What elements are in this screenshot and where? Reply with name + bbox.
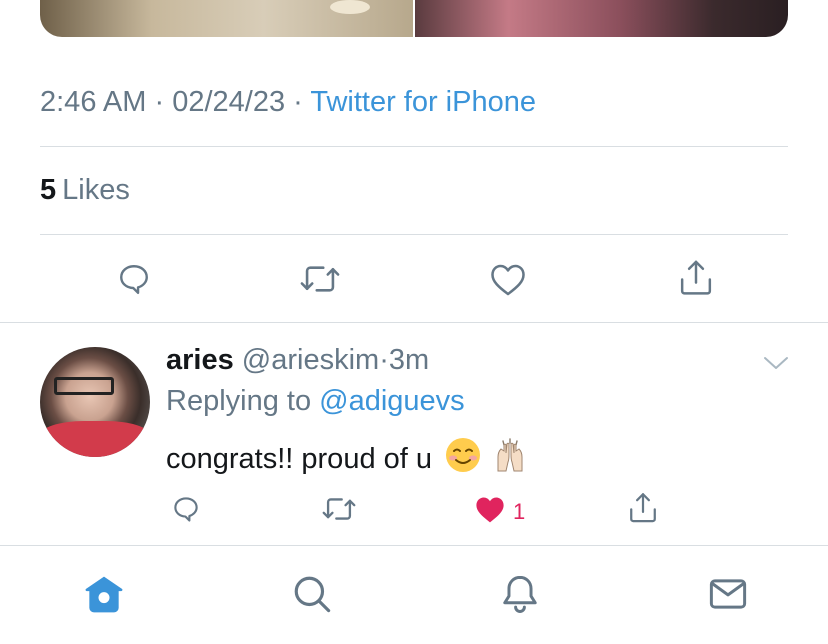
tab-messages[interactable] [706, 572, 750, 616]
meta-separator: · [146, 86, 173, 118]
likes-stat[interactable]: 5 Likes [40, 174, 130, 207]
avatar[interactable] [40, 347, 150, 457]
reply-text: congrats!! proud of u [166, 435, 530, 483]
replying-to: Replying to @adiguevs [166, 385, 465, 418]
messages-icon [709, 579, 747, 609]
share-icon [630, 493, 656, 523]
smiling-face-emoji [444, 436, 482, 482]
meta-separator: · [285, 86, 311, 118]
likes-count: 5 [40, 174, 57, 206]
reply-icon [120, 265, 148, 294]
reply-author-name[interactable]: aries [166, 344, 234, 376]
share-icon [680, 260, 712, 295]
chevron-down-icon [764, 357, 788, 369]
more-options-button[interactable] [762, 354, 790, 377]
heart-filled-icon [476, 497, 504, 523]
avatar-glasses [54, 377, 114, 395]
divider [0, 322, 828, 323]
divider [40, 234, 788, 235]
divider [40, 146, 788, 147]
tweet-time: 2:46 AM [40, 86, 147, 118]
tweet-date: 02/24/23 [172, 86, 286, 118]
reply-action-bar: 1 [0, 490, 828, 530]
tweet-source-link[interactable]: Twitter for iPhone [310, 86, 536, 118]
reply-body: congrats!! proud of u [166, 442, 432, 475]
likes-label: Likes [62, 174, 130, 206]
tab-search[interactable] [290, 572, 334, 616]
reply-like-count: 1 [513, 499, 526, 524]
liked-button[interactable] [474, 494, 506, 524]
retweet-button[interactable] [298, 259, 342, 299]
reply-dot: · [379, 344, 389, 376]
home-icon [85, 576, 123, 613]
tweet-media[interactable] [40, 0, 788, 37]
reply-icon [174, 497, 198, 522]
raising-hands-emoji [490, 435, 530, 483]
reply-button[interactable] [170, 492, 202, 526]
retweet-icon [300, 266, 340, 292]
tab-notifications[interactable] [498, 572, 542, 616]
reply-author-handle[interactable]: @arieskim [242, 344, 379, 376]
tab-home[interactable] [82, 572, 126, 616]
tweet-meta: 2:46 AM · 02/24/23 · Twitter for iPhone [40, 86, 536, 119]
bottom-tab-bar [0, 545, 828, 644]
reply-time: 3m [388, 344, 430, 376]
reply-button[interactable] [114, 259, 154, 299]
replying-mention-link[interactable]: @adiguevs [319, 385, 465, 417]
reply-header: aries @arieskim·3m [166, 344, 429, 377]
like-button[interactable] [488, 259, 528, 299]
tweet-image-2[interactable] [415, 0, 788, 37]
tweet-action-bar [0, 255, 828, 303]
share-button[interactable] [626, 490, 660, 526]
avatar-shirt [40, 421, 150, 457]
like-icon [491, 264, 525, 296]
tweet-image-1[interactable] [40, 0, 413, 37]
retweet-button[interactable] [320, 492, 358, 526]
retweet-icon [322, 498, 356, 520]
share-button[interactable] [676, 257, 716, 299]
search-icon [294, 576, 331, 613]
notifications-icon [503, 575, 537, 613]
replying-prefix: Replying to [166, 385, 312, 417]
